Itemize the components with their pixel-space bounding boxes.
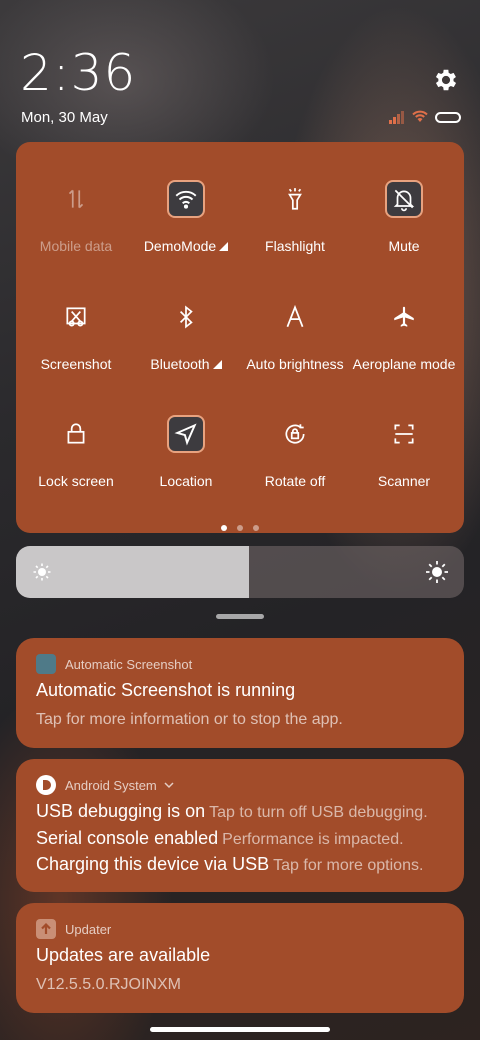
notification-header: Android System xyxy=(36,775,175,795)
android-system-icon xyxy=(36,775,56,795)
status-area: 2:36 Mon, 30 May xyxy=(0,0,480,140)
location-icon xyxy=(167,415,205,453)
app-name: Android System xyxy=(65,777,157,793)
tile-label: Bluetooth xyxy=(123,356,249,372)
tile-label: Scanner xyxy=(377,473,431,489)
app-name: Updater xyxy=(65,921,112,937)
flashlight-icon xyxy=(276,180,314,218)
notification-title: Automatic Screenshot is running xyxy=(36,680,296,700)
tile-label: Flashlight xyxy=(265,238,325,254)
tile-label: Aeroplane mode xyxy=(352,356,456,372)
brightness-slider[interactable] xyxy=(16,546,464,598)
wifi-status-icon xyxy=(412,110,428,122)
scanner-icon xyxy=(385,415,423,453)
tile-scanner[interactable]: Scanner xyxy=(349,415,459,515)
tile-label: Mute xyxy=(388,238,420,254)
tile-lock-screen[interactable]: Lock screen xyxy=(21,415,131,515)
expand-triangle-icon xyxy=(212,360,222,369)
date: Mon, 30 May xyxy=(21,109,108,126)
tile-bluetooth[interactable]: Bluetooth xyxy=(131,298,241,398)
page-indicator xyxy=(16,518,464,531)
expand-triangle-icon xyxy=(219,242,229,251)
tile-label: Rotate off xyxy=(264,473,326,489)
update-arrow-icon xyxy=(36,919,56,939)
brightness-low-icon xyxy=(33,563,51,581)
tile-location[interactable]: Location xyxy=(131,415,241,515)
tile-mute[interactable]: Mute xyxy=(349,180,459,280)
tile-label: Lock screen xyxy=(38,473,114,489)
page-dot[interactable] xyxy=(237,525,243,531)
notification-text: V12.5.5.0.RJOINXM xyxy=(36,976,181,993)
tile-label: Mobile data xyxy=(39,238,113,254)
brightness-high-icon xyxy=(426,561,448,583)
drag-handle[interactable] xyxy=(216,614,264,619)
signal-icon xyxy=(389,111,404,124)
auto-brightness-icon xyxy=(276,298,314,336)
lock-icon xyxy=(57,415,95,453)
tile-label: DemoMode xyxy=(123,238,249,254)
page-dot[interactable] xyxy=(221,525,227,531)
airplane-icon xyxy=(385,298,423,336)
home-gesture-bar[interactable] xyxy=(150,1027,330,1032)
notification-text: Tap for more information or to stop the … xyxy=(36,711,343,728)
notification-header: Updater xyxy=(36,919,111,939)
bell-off-icon xyxy=(385,180,423,218)
tile-mobile-data[interactable]: Mobile data xyxy=(21,180,131,280)
rotate-lock-icon xyxy=(276,415,314,453)
tile-screenshot[interactable]: Screenshot xyxy=(21,298,131,398)
notification-line: Serial console enabled Performance is imp… xyxy=(36,828,404,848)
tile-demomode[interactable]: DemoMode xyxy=(131,180,241,280)
battery-icon xyxy=(435,112,461,123)
quick-settings-panel: Mobile data DemoMode Flashlight Mute Scr… xyxy=(16,142,464,533)
tile-auto-brightness[interactable]: Auto brightness xyxy=(240,298,350,398)
notification-automatic-screenshot[interactable]: Automatic Screenshot Automatic Screensho… xyxy=(16,638,464,748)
screenshot-icon xyxy=(57,298,95,336)
mobile-data-icon xyxy=(57,180,95,218)
chevron-down-icon[interactable] xyxy=(163,779,175,791)
notification-line: Charging this device via USB Tap for more… xyxy=(36,854,424,874)
notification-android-system[interactable]: Android System USB debugging is on Tap to… xyxy=(16,759,464,892)
clock: 2:36 xyxy=(20,44,137,102)
notification-line: USB debugging is on Tap to turn off USB d… xyxy=(36,801,428,821)
wifi-icon xyxy=(167,180,205,218)
app-square-icon xyxy=(36,654,56,674)
tile-label: Location xyxy=(159,473,213,489)
notification-header: Automatic Screenshot xyxy=(36,654,192,674)
tile-aeroplane-mode[interactable]: Aeroplane mode xyxy=(349,298,459,398)
app-name: Automatic Screenshot xyxy=(65,656,193,672)
tile-label: Auto brightness xyxy=(246,356,344,372)
tile-flashlight[interactable]: Flashlight xyxy=(240,180,350,280)
notification-title: Updates are available xyxy=(36,945,211,965)
bluetooth-icon xyxy=(167,298,205,336)
page-dot[interactable] xyxy=(253,525,259,531)
tile-rotate-off[interactable]: Rotate off xyxy=(240,415,350,515)
gear-icon[interactable] xyxy=(432,66,460,94)
notification-updater[interactable]: Updater Updates are available V12.5.5.0.… xyxy=(16,903,464,1013)
tile-label: Screenshot xyxy=(40,356,112,372)
